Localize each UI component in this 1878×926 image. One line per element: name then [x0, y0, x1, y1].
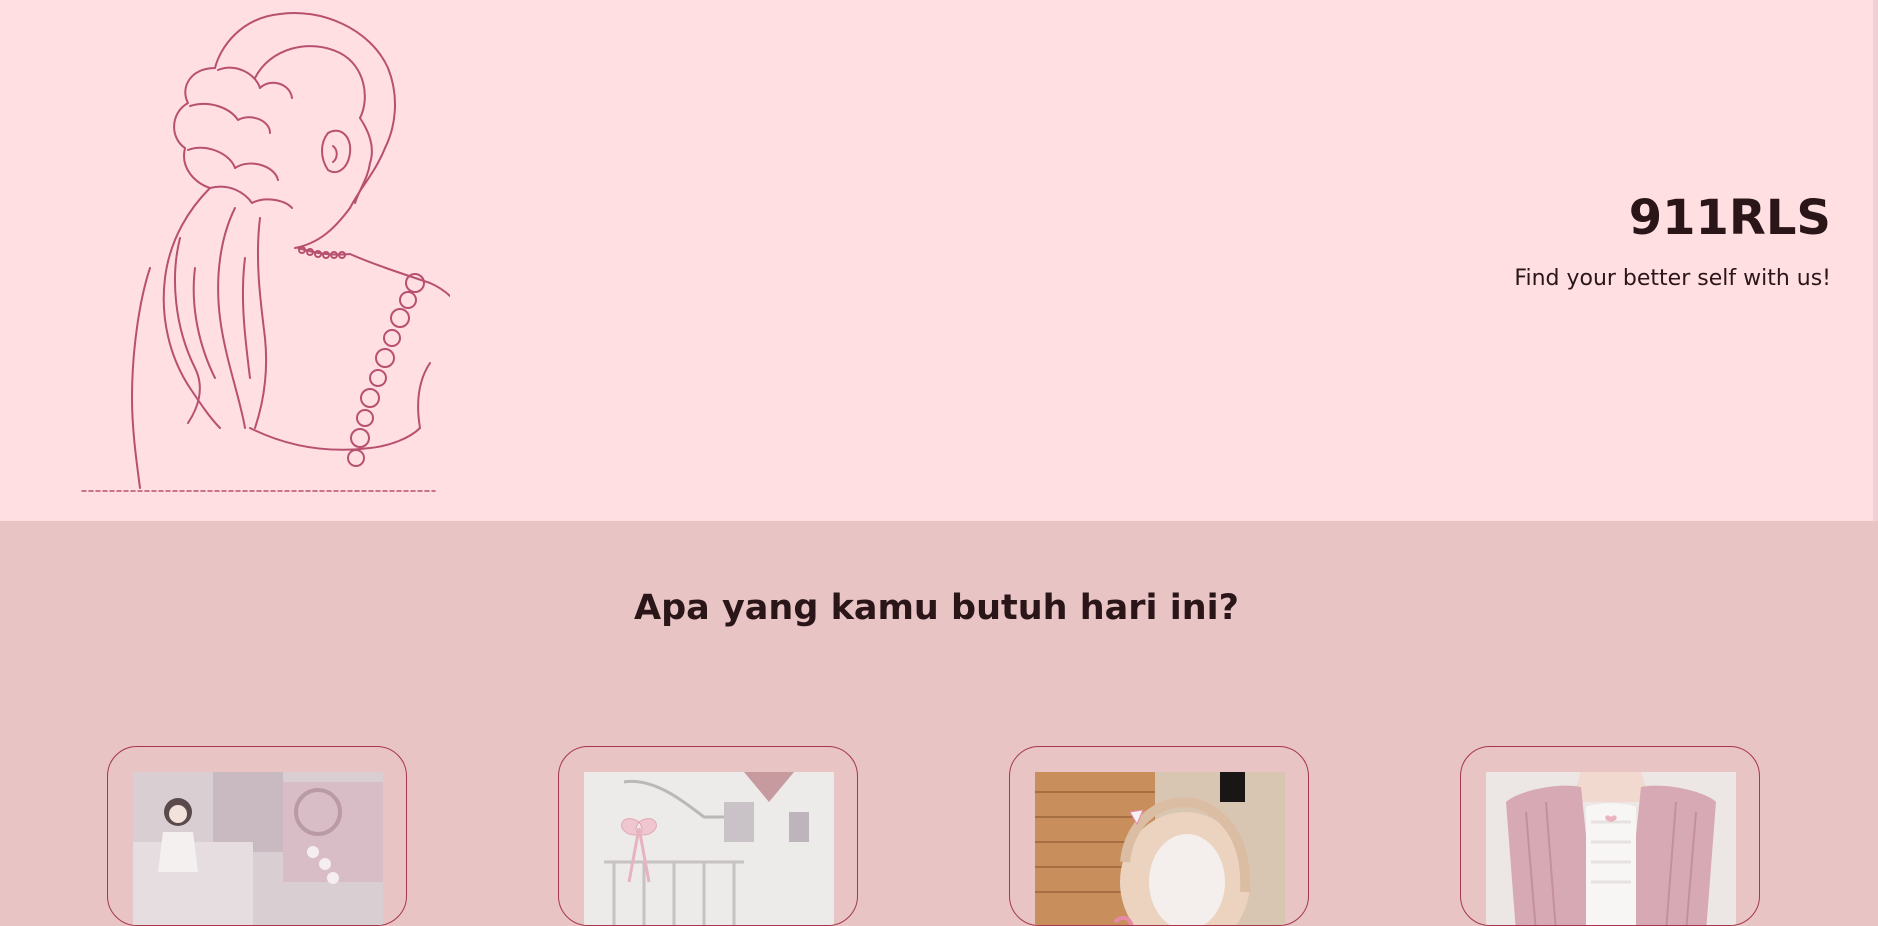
- bedroom-bow-photo: [584, 772, 834, 925]
- hero-banner: 911RLS Find your better self with us!: [0, 0, 1873, 521]
- page-scroll-edge: [1873, 0, 1878, 521]
- product-card[interactable]: [558, 746, 858, 926]
- brand-title: 911RLS: [1628, 190, 1831, 246]
- doll-accessories-photo: [133, 772, 383, 925]
- brand-tagline: Find your better self with us!: [1514, 266, 1831, 291]
- pink-cardigan-photo: [1486, 772, 1736, 925]
- product-card[interactable]: [1009, 746, 1309, 926]
- section-title: Apa yang kamu butuh hari ini?: [634, 588, 1239, 628]
- woman-line-art-illustration: [81, 12, 450, 492]
- product-card[interactable]: [107, 746, 407, 926]
- wig-mannequin-photo: [1035, 772, 1285, 925]
- product-card[interactable]: [1460, 746, 1760, 926]
